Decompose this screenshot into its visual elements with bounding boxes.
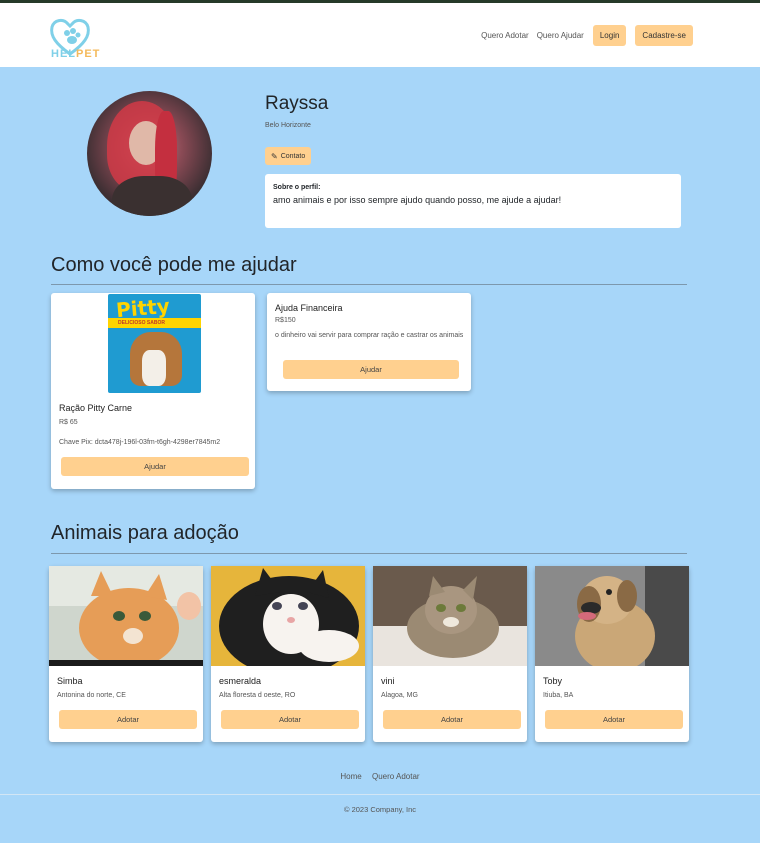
help-card-financeira: Ajuda Financeira R$150 o dinheiro vai se… [267,293,471,391]
contact-label: Contato [280,152,306,160]
animal-card-simba: Simba Antonina do norte, CE Adotar [49,566,203,742]
card-detail: Chave Pix: dcta478j-196l-03fm-t6gh-4298e… [59,439,221,446]
adopt-button[interactable]: Adotar [545,710,683,729]
animal-name: vini [381,676,395,686]
animal-name: Toby [543,676,563,686]
section-divider [51,553,687,554]
animal-card-toby: Toby Itiuba, BA Adotar [535,566,689,742]
edit-icon: ✎ [271,151,278,161]
nav-link-quero-ajudar[interactable]: Quero Ajudar [537,31,584,40]
adopt-button[interactable]: Adotar [383,710,521,729]
section-divider [51,284,687,285]
animal-location: Alta floresta d oeste, RO [219,692,296,699]
card-title: Ajuda Financeira [275,303,343,313]
card-price: R$150 [275,317,296,324]
animal-name: esmeralda [219,676,262,686]
footer-divider [0,794,760,795]
help-button[interactable]: Ajudar [283,360,459,379]
about-text: amo animais e por isso sempre ajudo quan… [273,195,562,205]
card-detail: o dinheiro vai servir para comprar ração… [275,332,464,339]
animal-photo [373,566,527,666]
login-button[interactable]: Login [592,25,627,46]
footer-link-home[interactable]: Home [340,772,361,781]
animal-photo [49,566,203,666]
help-button[interactable]: Ajudar [61,457,249,476]
site-header: HELPET Quero Adotar Quero Ajudar Login C… [0,3,760,67]
animal-location: Alagoa, MG [381,692,418,699]
animal-location: Antonina do norte, CE [57,692,126,699]
adoption-section-title: Animais para adoção [51,522,239,544]
about-box: Sobre o perfil: amo animais e por isso s… [265,174,681,228]
copyright: © 2023 Company, Inc [343,805,417,814]
product-image: Pitty DELICIOSO SABOR [108,294,201,393]
help-card-racao: Pitty DELICIOSO SABOR Ração Pitty Carne … [51,293,255,489]
animal-photo [211,566,365,666]
animal-name: Simba [57,676,83,686]
profile-city: Belo Horizonte [265,122,311,129]
animal-card-vini: vini Alagoa, MG Adotar [373,566,527,742]
adopt-button[interactable]: Adotar [59,710,197,729]
avatar [87,91,212,216]
card-title: Ração Pitty Carne [59,403,133,413]
animal-photo [535,566,689,666]
about-title: Sobre o perfil: [273,184,321,191]
main-nav: Quero Adotar Quero Ajudar Login Cadastre… [473,25,693,46]
footer-link-quero-adotar[interactable]: Quero Adotar [372,772,420,781]
profile-name: Rayssa [265,93,329,114]
signup-button[interactable]: Cadastre-se [635,25,693,46]
help-section-title: Como você pode me ajudar [51,254,297,276]
adopt-button[interactable]: Adotar [221,710,359,729]
animal-location: Itiuba, BA [543,692,574,699]
brand-name: HELPET [51,48,101,60]
contact-button[interactable]: ✎ Contato [265,147,312,165]
animal-card-esmeralda: esmeralda Alta floresta d oeste, RO Adot… [211,566,365,742]
nav-link-quero-adotar[interactable]: Quero Adotar [481,31,529,40]
card-price: R$ 65 [59,419,78,426]
footer-nav: Home Quero Adotar [0,772,760,781]
